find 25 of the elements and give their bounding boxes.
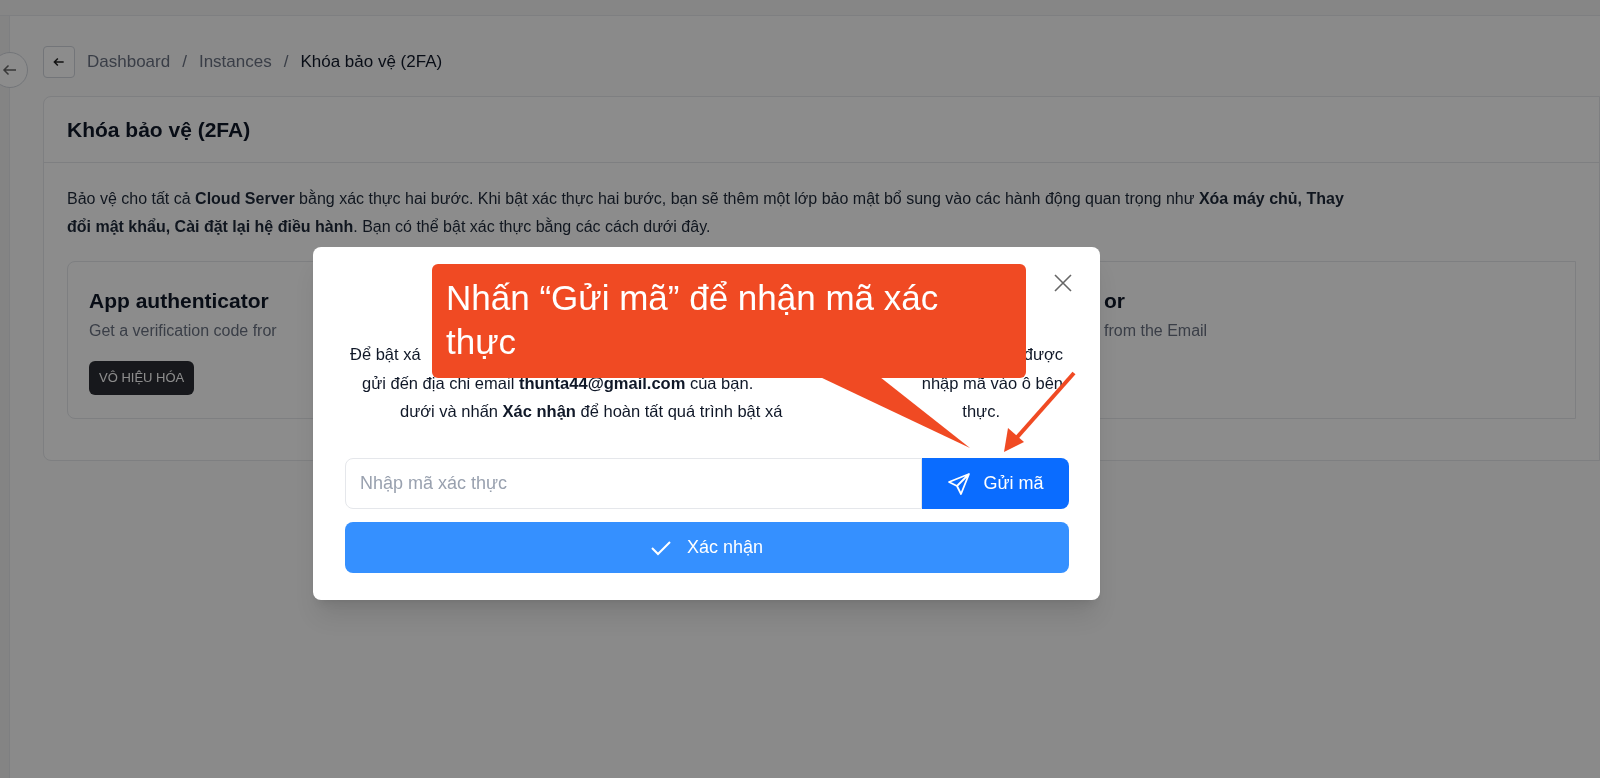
back-button[interactable] bbox=[43, 46, 75, 78]
method-title: or bbox=[1104, 288, 1125, 314]
breadcrumb-link[interactable]: Dashboard bbox=[87, 49, 171, 75]
method-title: App authenticator bbox=[89, 288, 269, 314]
description: Bảo vệ cho tất cả Cloud Server bằng xác thực hai bước. Khi bật xác thực hai bước, bạn sẽ thêm một lớp bảo mật bổ sung vào các hành động quan trọng như Xóa máy chủ, Thay đổi mật khẩu, Cài đặt lại hệ điều hành. Bạn có thể bật xác thực bằng các cách dưới đây. bbox=[67, 188, 1345, 237]
breadcrumb-separator: / bbox=[283, 51, 289, 74]
card-title: Khóa bảo vệ (2FA) bbox=[44, 97, 1599, 163]
method-subtitle: Get a verification code fror bbox=[89, 321, 277, 341]
code-input-field[interactable]: Nhập mã xác thực bbox=[345, 458, 922, 509]
modal-text: dưới và nhấn Xác nhận để hoàn tất quá trình bật xá bbox=[400, 401, 783, 422]
checkmark-icon bbox=[650, 539, 671, 556]
arrow-left-icon bbox=[52, 55, 66, 69]
send-icon bbox=[947, 471, 972, 496]
modal-text: thực. bbox=[962, 401, 1000, 422]
close-button[interactable] bbox=[1053, 273, 1073, 293]
send-code-button[interactable]: Gửi mã bbox=[922, 458, 1069, 509]
breadcrumb-link[interactable]: Instances bbox=[198, 49, 272, 75]
disable-button[interactable]: VÔ HIỆU HÓA bbox=[89, 361, 195, 395]
modal-text: Để bật xá bbox=[350, 344, 421, 365]
close-icon bbox=[1054, 274, 1072, 292]
confirm-button[interactable]: Xác nhận bbox=[345, 522, 1069, 573]
breadcrumb-separator: / bbox=[182, 51, 187, 74]
method-subtitle: from the Email bbox=[1104, 321, 1208, 341]
collapse-button[interactable] bbox=[0, 52, 28, 88]
breadcrumb-link[interactable]: Khóa bảo vệ (2FA) bbox=[300, 49, 443, 75]
